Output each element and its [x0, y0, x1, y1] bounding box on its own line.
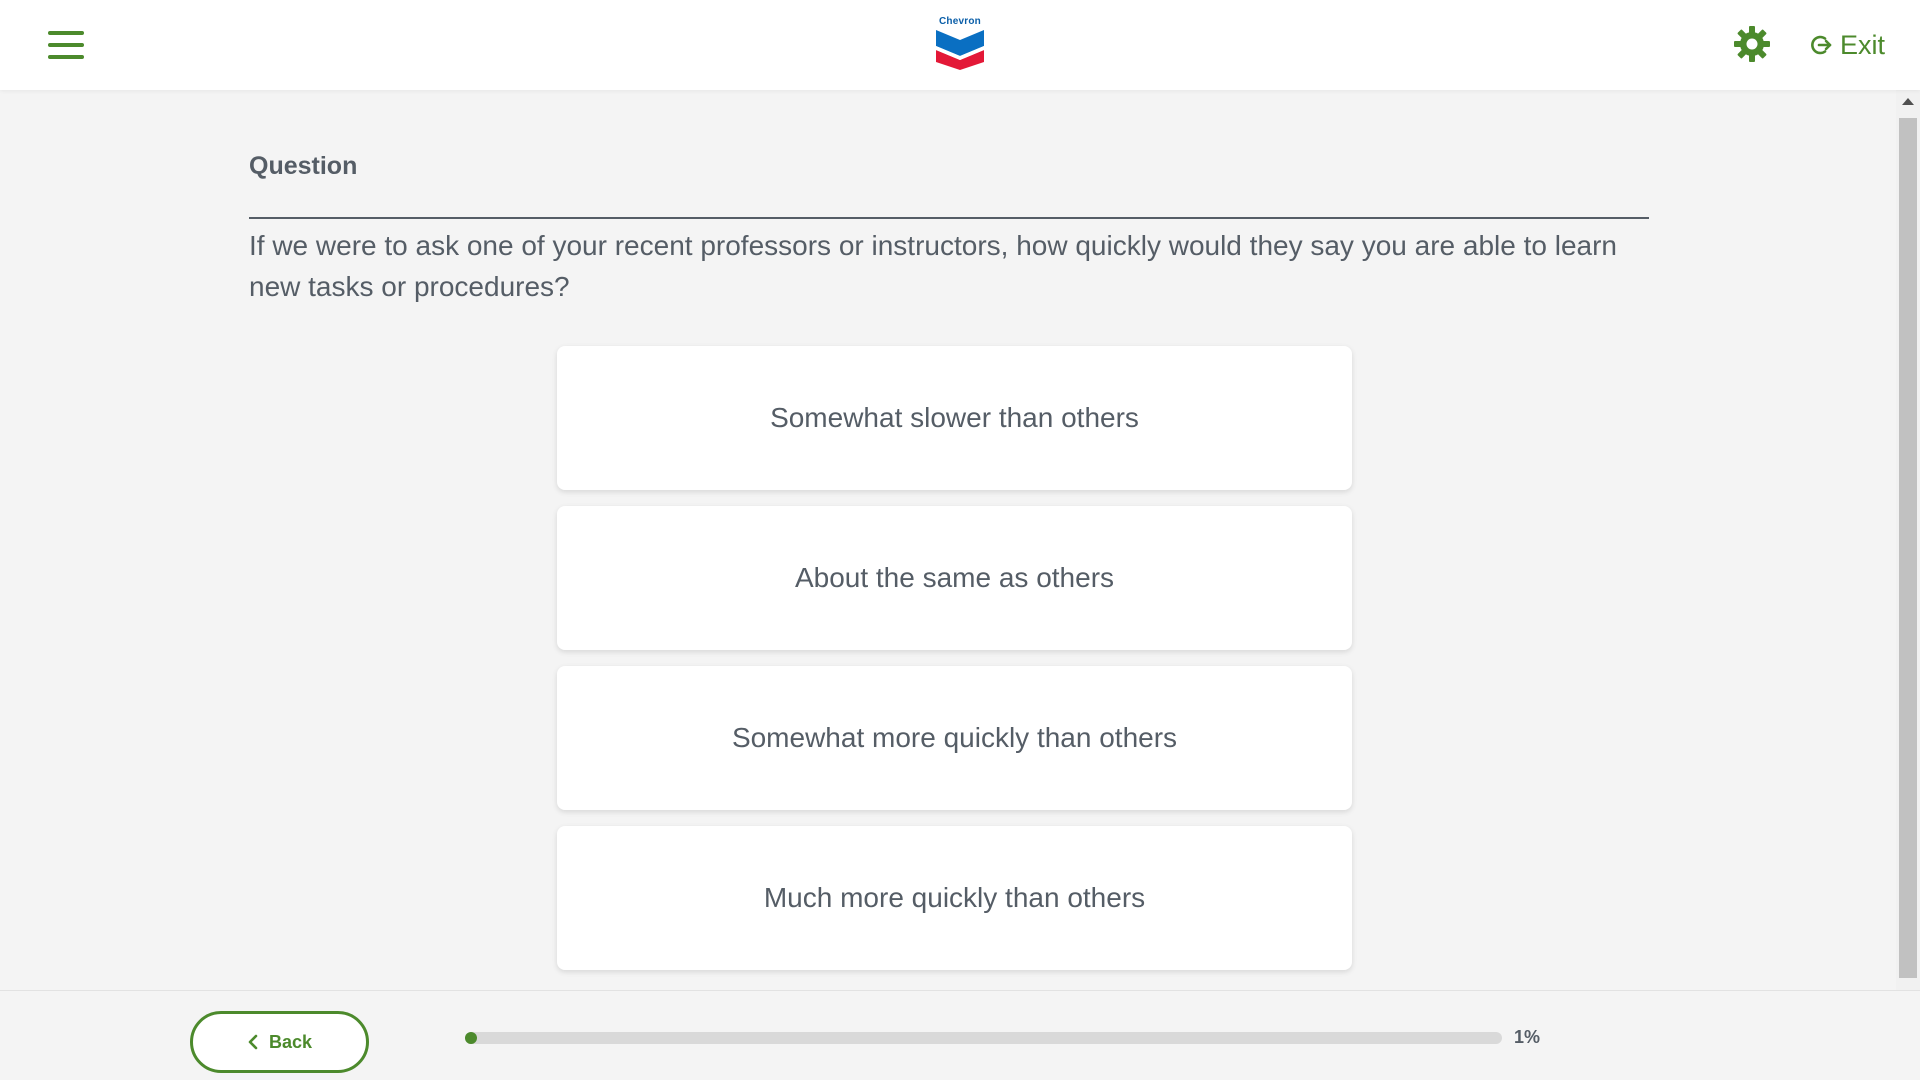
exit-label: Exit — [1840, 29, 1886, 60]
back-label: Back — [268, 1031, 313, 1052]
progress-bar — [465, 1032, 1502, 1044]
back-button[interactable]: Back — [190, 1011, 369, 1073]
question-text: If we were to ask one of your recent pro… — [249, 230, 1617, 302]
header-bar: Chevron Exit — [0, 0, 1920, 90]
question-heading: Question — [249, 152, 1649, 219]
scroll-up-arrow-icon[interactable] — [1902, 98, 1914, 105]
vertical-scrollbar[interactable] — [1896, 90, 1920, 990]
hamburger-menu-icon[interactable] — [44, 25, 88, 65]
answer-options: Somewhat slower than others About the sa… — [557, 346, 1352, 986]
question-area: Question If we were to ask one of your r… — [249, 90, 1649, 307]
exit-button[interactable]: Exit — [1810, 26, 1885, 64]
exit-icon — [1811, 35, 1832, 55]
menu-line — [48, 55, 84, 59]
progress-percent: 1% — [1514, 1027, 1541, 1047]
menu-line — [48, 43, 84, 47]
chevron-left-icon — [248, 1034, 258, 1050]
answer-option[interactable]: About the same as others — [557, 506, 1352, 650]
footer-bar: Back 1% — [0, 990, 1920, 1080]
menu-line — [48, 31, 84, 35]
answer-option[interactable]: Much more quickly than others — [557, 826, 1352, 970]
chevron-logo: Chevron — [933, 16, 987, 72]
chevron-logo-icon — [936, 30, 984, 70]
answer-option[interactable]: Somewhat slower than others — [557, 346, 1352, 490]
progress-fill — [465, 1032, 477, 1044]
gear-icon[interactable] — [1732, 24, 1772, 64]
scroll-thumb[interactable] — [1899, 118, 1917, 978]
answer-option[interactable]: Somewhat more quickly than others — [557, 666, 1352, 810]
logo-text: Chevron — [939, 16, 981, 27]
